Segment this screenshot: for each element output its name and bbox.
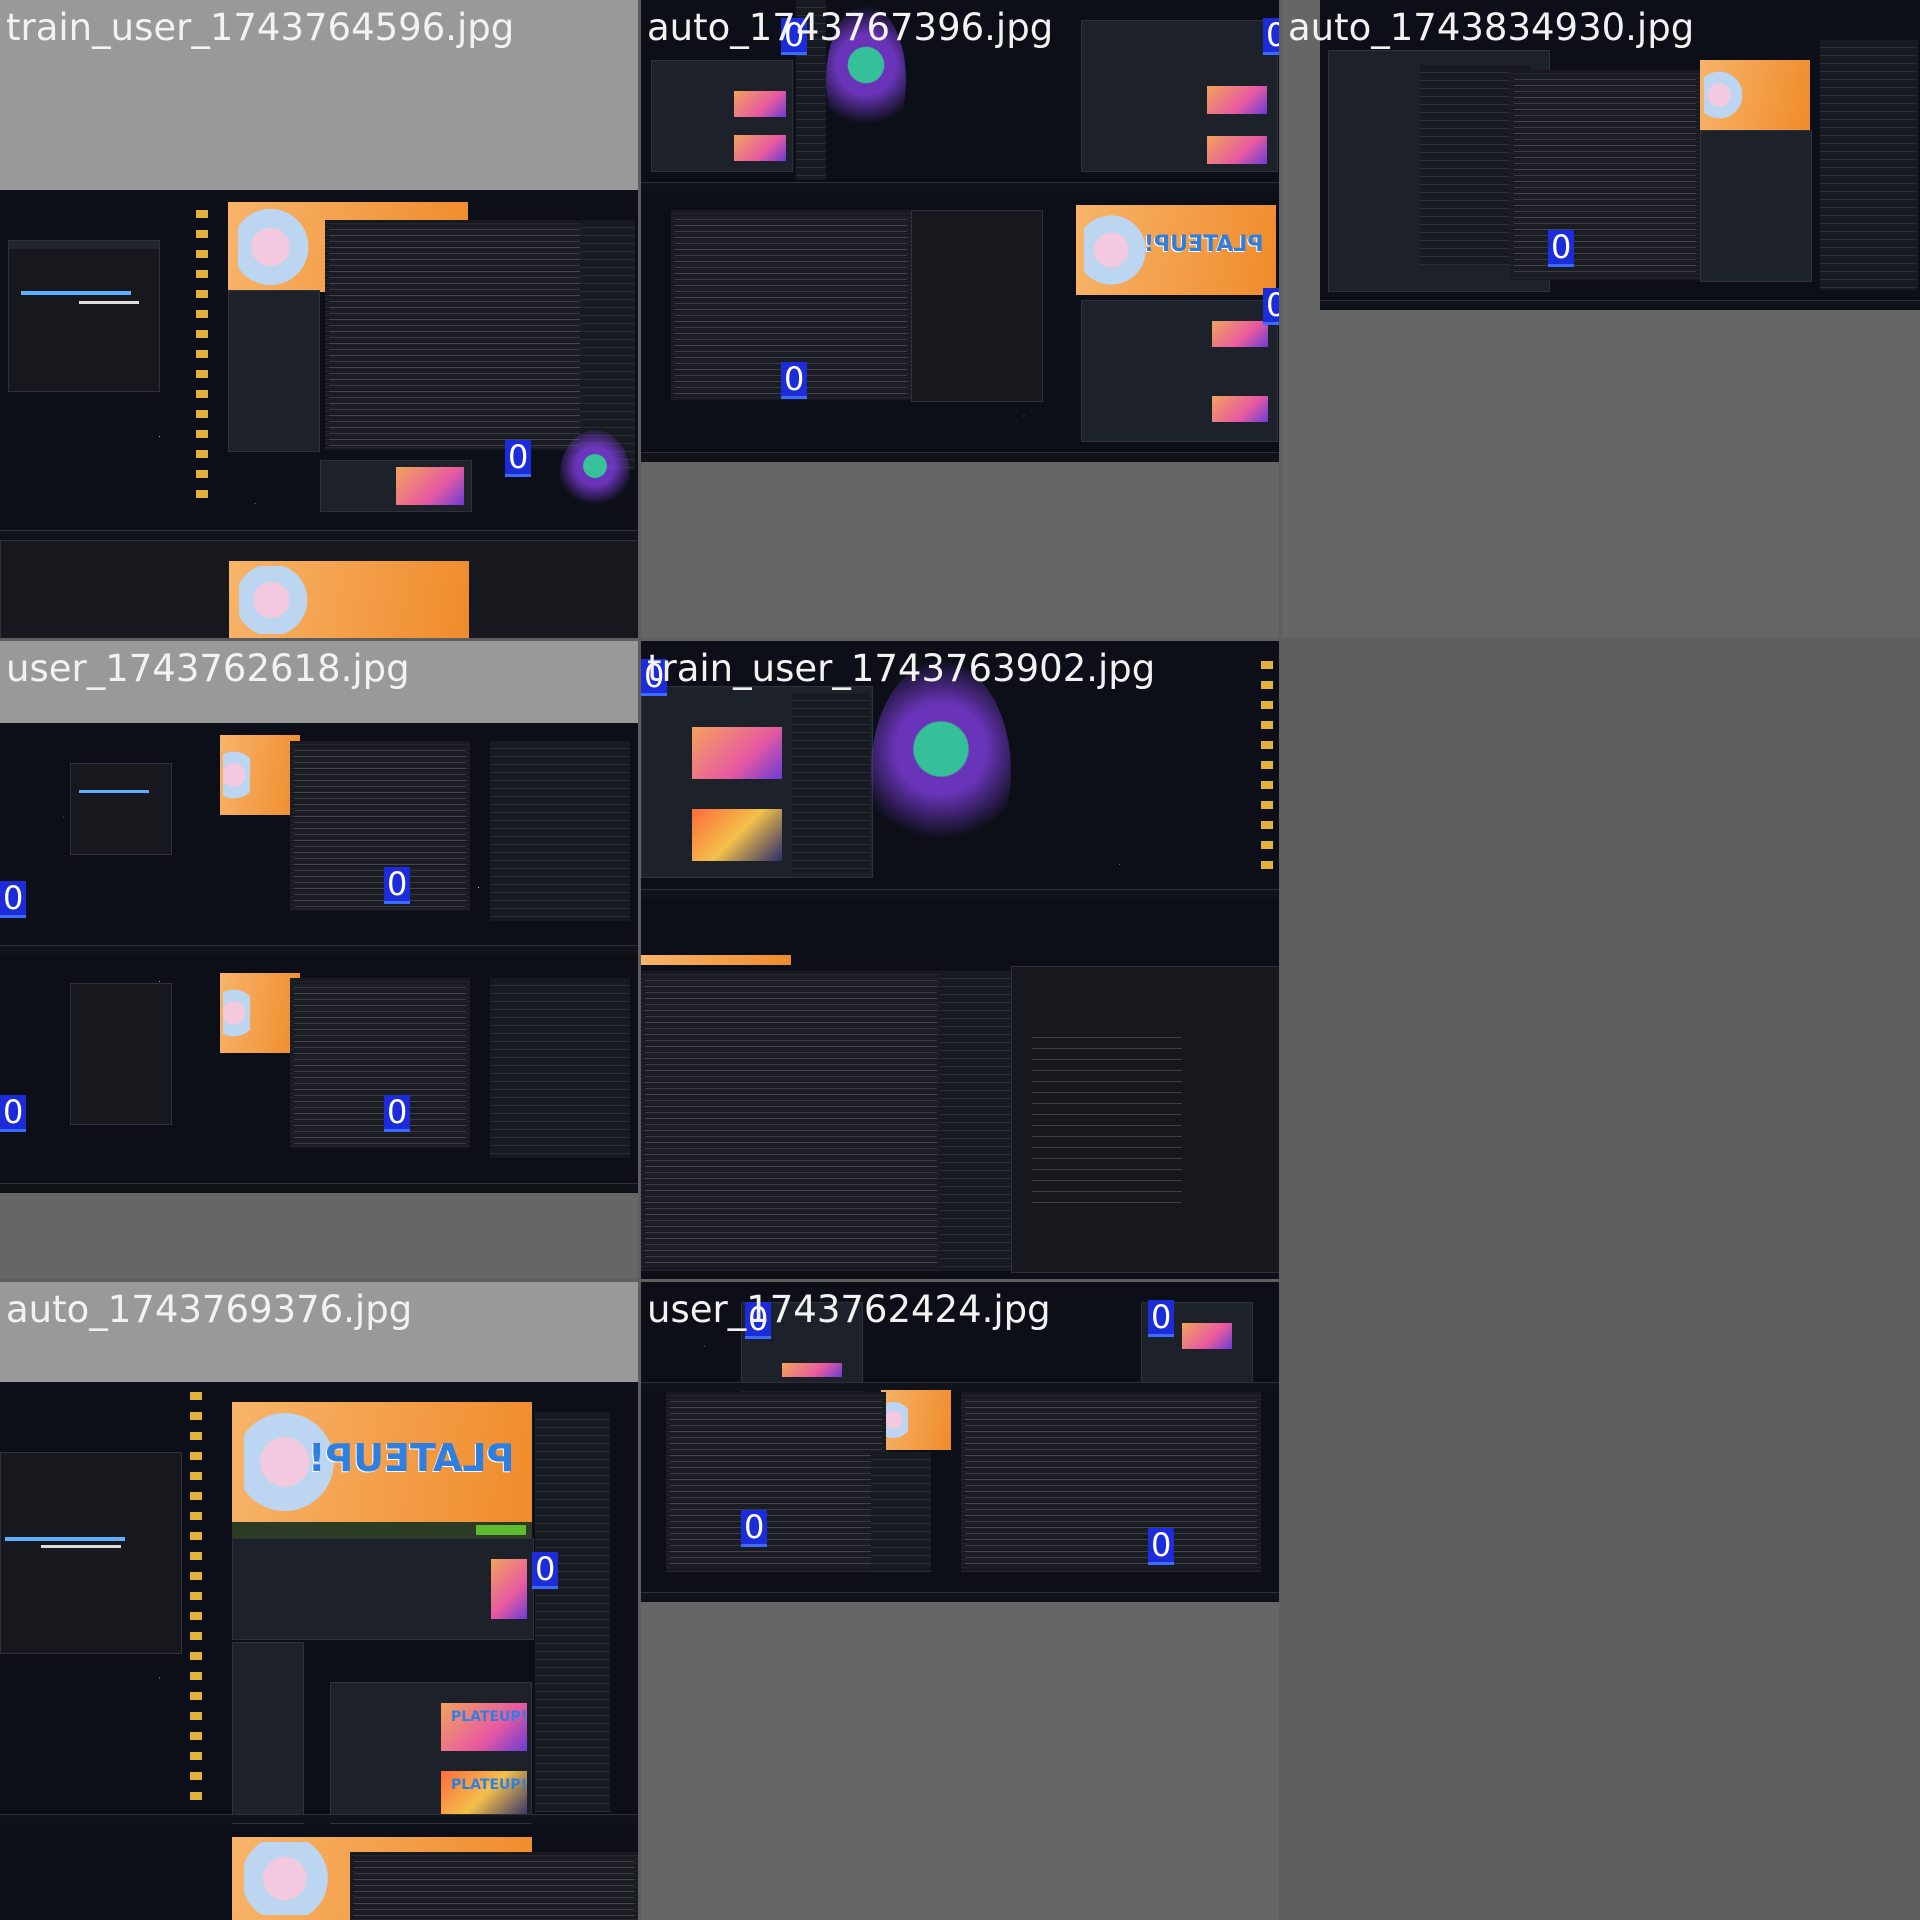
store-bar — [232, 1522, 532, 1538]
steam-banner — [641, 955, 791, 965]
code-panel — [911, 210, 1043, 402]
code-editor-window — [961, 1392, 1261, 1572]
image-filename: auto_1743767396.jpg — [647, 6, 1054, 49]
steam-library-window — [651, 60, 793, 172]
code-editor-window — [1510, 70, 1700, 280]
code-editor-window — [350, 1852, 638, 1920]
taskbar — [641, 889, 1279, 898]
image-tile: 0 train_user_1743763902.jpg — [641, 641, 1279, 1279]
taskbar — [0, 1183, 638, 1192]
image-filename: train_user_1743763902.jpg — [647, 647, 1156, 690]
detection-badge: 0 — [1148, 1528, 1175, 1565]
detection-badge: 0 — [741, 1510, 768, 1547]
image-filename: user_1743762618.jpg — [6, 647, 410, 690]
image-tile: PLATEUP! 0 0 0 0 auto_1743767396.jpg — [641, 0, 1279, 638]
image-filename: train_user_1743764596.jpg — [6, 6, 515, 49]
file-list-panel — [490, 978, 630, 1158]
detection-badge: 0 — [781, 362, 808, 399]
file-list-panel — [490, 741, 630, 921]
desktop-icons — [196, 210, 208, 510]
screenshot-thumbnail — [641, 641, 1279, 1279]
file-dialog-window — [8, 240, 160, 392]
steam-library-window — [1081, 20, 1278, 172]
desktop-icons — [1261, 661, 1273, 881]
image-tile: 0 0 0 0 user_1743762618.jpg — [0, 641, 638, 1279]
steam-banner — [220, 735, 300, 815]
detection-badge: 0 — [1548, 230, 1575, 267]
file-list-panel — [1820, 40, 1918, 290]
code-editor-window — [641, 971, 941, 1271]
image-tile: 0 auto_1743834930.jpg — [1282, 0, 1920, 638]
image-tile: 0 0 0 0 user_1743762424.jpg — [641, 1282, 1279, 1920]
steam-banner: PLATEUP! — [1076, 205, 1276, 295]
friends-list-panel — [535, 1412, 610, 1812]
taskbar — [0, 1814, 638, 1823]
file-dialog-window — [70, 763, 172, 855]
detection-badge: 0 — [1263, 288, 1279, 325]
wallpaper-jellyfish — [560, 430, 630, 520]
steam-banner: PLATEUP! — [232, 1402, 532, 1522]
image-filename: auto_1743834930.jpg — [1288, 6, 1695, 49]
news-feed-panel: PLATEUP! PLATEUP! — [330, 1682, 532, 1824]
image-filename: user_1743762424.jpg — [647, 1288, 1051, 1331]
file-list-panel — [941, 971, 1011, 1271]
code-editor-window — [666, 1392, 886, 1572]
steam-sidebar — [228, 290, 320, 452]
detection-badge: 0 — [0, 1095, 27, 1132]
steam-library-window — [641, 686, 873, 878]
detection-badge: 0 — [1263, 18, 1279, 55]
steam-library-window — [1081, 300, 1278, 442]
image-tile: 0 train_user_1743764596.jpg — [0, 0, 638, 638]
file-list-panel — [871, 1452, 931, 1572]
detection-badge: 0 — [0, 881, 27, 918]
code-editor-window — [290, 978, 470, 1148]
detection-badge: 0 — [384, 867, 411, 904]
taskbar — [1320, 300, 1920, 309]
screenshot-thumbnail: PLATEUP! — [641, 0, 1279, 462]
taskbar — [0, 945, 638, 954]
code-editor-window — [290, 741, 470, 911]
screenshot-thumbnail: PLATEUP! PLATEUP! PLATEUP! — [0, 1382, 638, 1920]
image-filename: auto_1743769376.jpg — [6, 1288, 413, 1331]
game-details-panel — [232, 1538, 534, 1640]
wallpaper-jellyfish — [871, 661, 1011, 881]
detection-badge: 0 — [384, 1095, 411, 1132]
taskbar — [641, 182, 1279, 191]
file-dialog-window — [0, 1452, 182, 1654]
detection-badge: 0 — [1148, 1300, 1175, 1337]
steam-banner — [220, 973, 300, 1053]
chat-panel — [1011, 966, 1279, 1273]
screenshot-repeat — [0, 540, 638, 638]
steam-sidebar — [232, 1642, 304, 1824]
screenshot-thumbnail: 0 — [0, 190, 638, 638]
detection-badge: 0 — [532, 1552, 559, 1589]
screenshot-thumbnail — [0, 723, 638, 1193]
image-tile: PLATEUP! PLATEUP! PLATEUP! 0 auto_174376… — [0, 1282, 638, 1920]
steam-banner — [1700, 60, 1810, 130]
taskbar — [641, 452, 1279, 461]
steam-library-window — [1700, 130, 1812, 282]
notification-popup — [320, 460, 472, 512]
taskbar — [641, 1382, 1279, 1391]
code-editor-window — [325, 220, 585, 450]
steam-banner — [881, 1390, 951, 1450]
detection-badge: 0 — [505, 440, 532, 477]
taskbar — [641, 1592, 1279, 1601]
desktop-icons — [190, 1392, 202, 1812]
taskbar — [0, 530, 638, 539]
file-dialog-window — [70, 983, 172, 1125]
